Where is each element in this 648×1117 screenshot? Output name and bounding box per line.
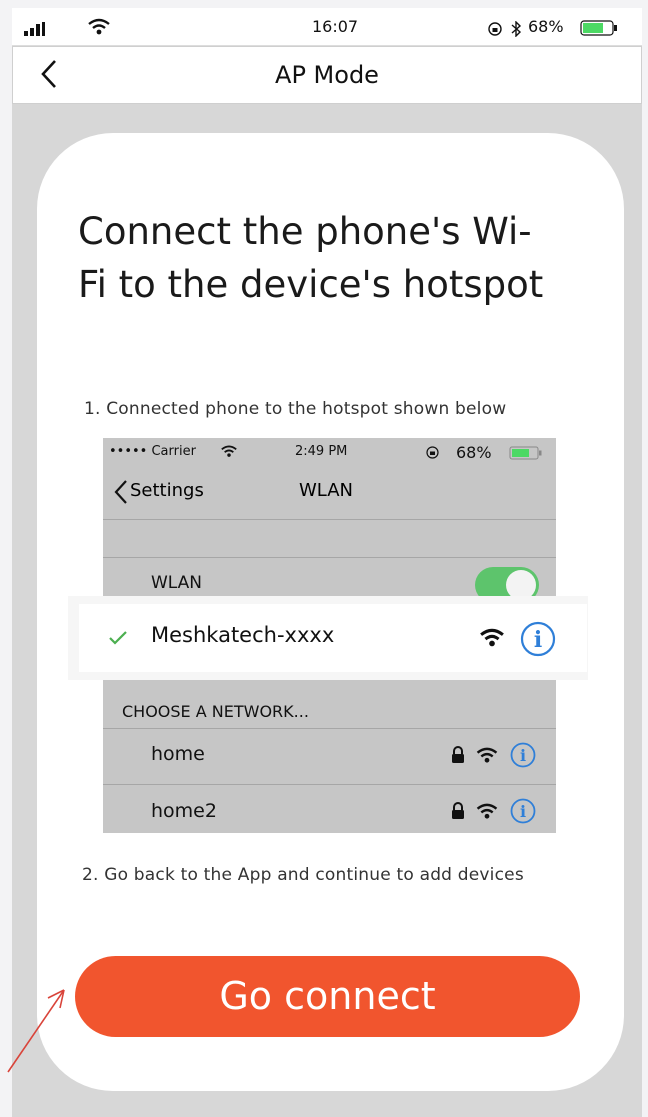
lock-icon: [452, 746, 464, 763]
lock-icon: [452, 802, 464, 819]
illustration-time: 2:49 PM: [295, 444, 348, 459]
wifi-icon: [476, 747, 498, 763]
instruction-heading: Connect the phone's Wi-Fi to the device'…: [78, 210, 544, 306]
illustration-battery-icon: [509, 446, 542, 460]
choose-network-header: CHOOSE A NETWORK...: [122, 702, 309, 721]
wifi-icon: [476, 803, 498, 819]
checkmark-icon: [109, 631, 127, 645]
battery-icon: [580, 20, 617, 36]
wlan-row-label: WLAN: [151, 573, 203, 593]
illustration-back-label: Settings: [130, 480, 204, 501]
svg-text:i: i: [520, 746, 526, 765]
page-title: AP Mode: [275, 61, 379, 89]
connected-network-row: Meshkatech-xxxx i: [79, 604, 587, 672]
illustration-battery-percent: 68%: [456, 443, 492, 462]
bluetooth-icon: [511, 21, 522, 37]
info-icon: i: [510, 798, 536, 824]
step-2-text: 2. Go back to the App and continue to ad…: [82, 865, 524, 885]
illustration-back-chevron-icon: [114, 480, 127, 504]
svg-text:i: i: [520, 802, 526, 821]
illustration-wifi-icon: [221, 445, 237, 457]
divider: [103, 519, 556, 520]
go-connect-button[interactable]: Go connect: [75, 956, 580, 1037]
step-1-text: 1. Connected phone to the hotspot shown …: [84, 399, 507, 419]
network-home2: home2: [151, 800, 217, 822]
info-icon: i: [520, 621, 556, 657]
illustration-title: WLAN: [299, 480, 354, 501]
divider: [103, 784, 556, 785]
info-icon: i: [510, 742, 536, 768]
status-bar: 16:07 68%: [12, 8, 642, 46]
battery-percent: 68%: [528, 17, 564, 36]
wifi-icon: [480, 628, 504, 647]
wifi-icon: [88, 18, 110, 35]
illustration-status-bar: ••••• Carrier 2:49 PM 68%: [103, 438, 556, 468]
connected-network-name: Meshkatech-xxxx: [151, 623, 335, 647]
illustration-rotation-lock-icon: [426, 446, 439, 459]
divider: [103, 557, 556, 558]
rotation-lock-icon: [488, 22, 502, 36]
network-home: home: [151, 743, 205, 765]
status-time: 16:07: [312, 17, 359, 36]
signal-icon: [24, 22, 45, 36]
svg-text:i: i: [534, 627, 542, 653]
pointer-arrow: [7, 989, 65, 1073]
divider: [103, 728, 556, 729]
illustration-carrier: ••••• Carrier: [109, 444, 196, 459]
nav-bar: AP Mode: [12, 46, 642, 104]
